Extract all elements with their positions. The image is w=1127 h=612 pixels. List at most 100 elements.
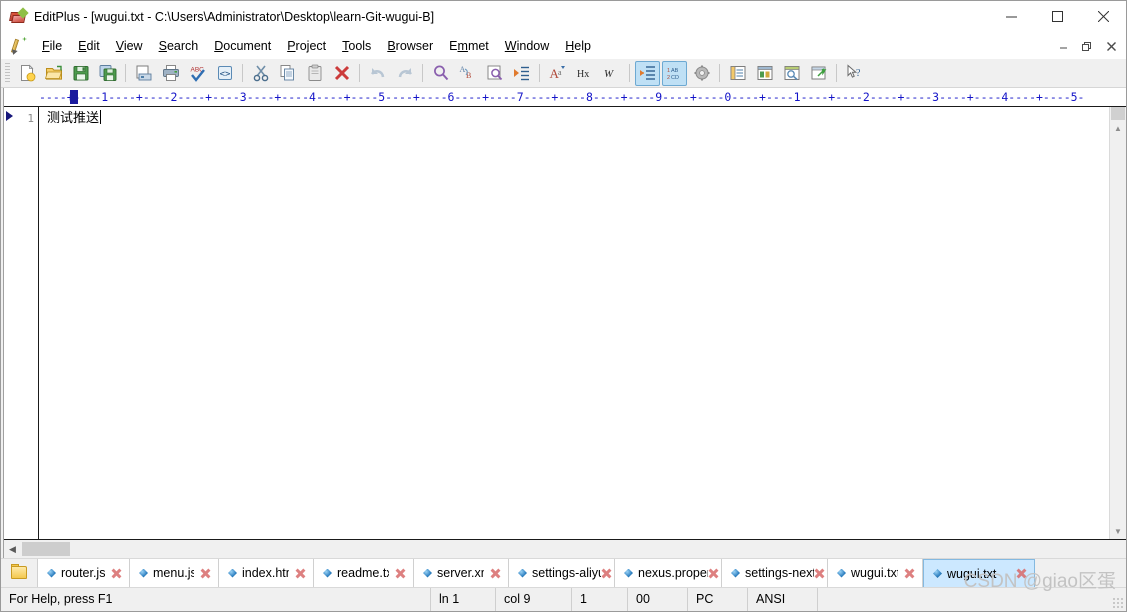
word-wrap-icon[interactable]: W xyxy=(599,61,624,86)
code-line[interactable]: 测试推送 xyxy=(39,110,1126,127)
tab-router-js[interactable]: router.js xyxy=(38,559,130,587)
preferences-icon[interactable] xyxy=(689,61,714,86)
svg-text:A: A xyxy=(459,65,465,74)
tab-settings-nexus[interactable]: settings-next xyxy=(722,559,828,587)
svg-text:Hx: Hx xyxy=(577,69,589,80)
scroll-left-arrow[interactable]: ◀ xyxy=(4,541,21,557)
find-icon[interactable] xyxy=(428,61,453,86)
menu-view[interactable]: View xyxy=(108,36,151,56)
tab-label: server.xml xyxy=(437,566,484,580)
print-icon[interactable] xyxy=(158,61,183,86)
goto-line-icon[interactable] xyxy=(509,61,534,86)
code-line-text: 测试推送 xyxy=(47,111,100,126)
tab-close-icon[interactable] xyxy=(814,568,825,579)
text-editing-area[interactable]: 测试推送 xyxy=(39,107,1126,539)
menu-browser[interactable]: Browser xyxy=(379,36,441,56)
status-line: ln 1 xyxy=(431,588,496,611)
line-numbers-icon[interactable]: 1 AB 2 CD xyxy=(662,60,687,86)
tab-menu-js[interactable]: menu.js xyxy=(130,559,219,587)
directory-window-icon[interactable] xyxy=(725,61,750,86)
delete-icon[interactable] xyxy=(329,61,354,86)
scroll-up-arrow[interactable]: ▲ xyxy=(1110,120,1126,136)
tab-close-icon[interactable] xyxy=(1016,568,1027,579)
vertical-scrollbar[interactable]: ▲ ▼ xyxy=(1109,107,1126,539)
mdi-minimize-button[interactable] xyxy=(1051,36,1075,57)
toolbar-grip[interactable] xyxy=(5,63,10,83)
new-file-icon[interactable] xyxy=(14,61,39,86)
svg-text:W: W xyxy=(604,68,614,80)
mdi-restore-button[interactable] xyxy=(1075,36,1099,57)
open-file-icon[interactable] xyxy=(41,61,66,86)
tab-close-icon[interactable] xyxy=(395,568,406,579)
menu-file[interactable]: File xyxy=(34,36,70,56)
maximize-button[interactable] xyxy=(1034,1,1080,32)
print-preview-icon[interactable] xyxy=(131,61,156,86)
svg-text:2: 2 xyxy=(667,75,670,81)
tab-close-icon[interactable] xyxy=(490,568,501,579)
change-case-icon[interactable]: A a xyxy=(545,61,570,86)
save-all-icon[interactable] xyxy=(95,61,120,86)
tab-server-xml[interactable]: server.xml xyxy=(414,559,509,587)
tab-close-icon[interactable] xyxy=(295,568,306,579)
tab-readme-txt[interactable]: readme.txt xyxy=(314,559,414,587)
file-diamond-icon xyxy=(323,568,332,578)
tab-close-icon[interactable] xyxy=(904,568,915,579)
scroll-down-arrow[interactable]: ▼ xyxy=(1110,523,1126,539)
redo-icon[interactable] xyxy=(392,61,417,86)
tab-close-icon[interactable] xyxy=(200,568,211,579)
main-toolbar: ABC <> A B A a Hx W 1 AB 2 CD ? xyxy=(1,59,1126,88)
menu-window[interactable]: Window xyxy=(497,36,557,56)
output-window-icon[interactable] xyxy=(752,61,777,86)
toolbar-separator xyxy=(719,64,720,82)
editor-body: 1 测试推送 ▲ ▼ xyxy=(4,106,1126,539)
tab-index-html[interactable]: index.html xyxy=(219,559,314,587)
tab-close-icon[interactable] xyxy=(601,568,612,579)
browser-preview-icon[interactable]: <> xyxy=(212,61,237,86)
status-column: col 9 xyxy=(496,588,572,611)
replace-icon[interactable]: A B xyxy=(455,61,480,86)
hex-view-icon[interactable]: Hx xyxy=(572,61,597,86)
editor-pane: ----+----1----+----2----+----3----+----4… xyxy=(3,88,1126,558)
clip-library-icon[interactable] xyxy=(779,61,804,86)
document-selector-icon[interactable] xyxy=(806,61,831,86)
menu-emmet[interactable]: Emmet xyxy=(441,36,497,56)
menu-search[interactable]: Search xyxy=(151,36,207,56)
horizontal-scroll-thumb[interactable] xyxy=(22,542,70,556)
copy-icon[interactable] xyxy=(275,61,300,86)
find-in-files-icon[interactable] xyxy=(482,61,507,86)
cut-icon[interactable] xyxy=(248,61,273,86)
menu-help[interactable]: Help xyxy=(557,36,599,56)
close-button[interactable] xyxy=(1080,1,1126,32)
tab-label: settings-aliyu xyxy=(532,566,601,580)
menu-edit[interactable]: Edit xyxy=(70,36,108,56)
context-help-icon[interactable]: ? xyxy=(842,61,867,86)
tab-close-icon[interactable] xyxy=(111,568,122,579)
minimize-button[interactable] xyxy=(988,1,1034,32)
menu-tools[interactable]: Tools xyxy=(334,36,379,56)
file-diamond-icon xyxy=(518,568,527,578)
spell-check-icon[interactable]: ABC xyxy=(185,61,210,86)
menu-document[interactable]: Document xyxy=(206,36,279,56)
save-icon[interactable] xyxy=(68,61,93,86)
window-title: EditPlus - [wugui.txt - C:\Users\Adminis… xyxy=(34,9,435,24)
paste-icon[interactable] xyxy=(302,61,327,86)
resize-grip[interactable] xyxy=(1112,597,1124,609)
menu-project[interactable]: Project xyxy=(279,36,334,56)
menu-bar: File Edit View Search Document Project T… xyxy=(1,32,1126,59)
horizontal-scrollbar[interactable]: ◀ xyxy=(4,539,1126,558)
tab-close-icon[interactable] xyxy=(708,568,719,579)
editplus-window: EditPlus - [wugui.txt - C:\Users\Adminis… xyxy=(0,0,1127,612)
toolbar-separator xyxy=(539,64,540,82)
undo-icon[interactable] xyxy=(365,61,390,86)
tab-label: wugui.txt xyxy=(851,566,898,580)
vertical-scroll-thumb[interactable] xyxy=(1111,107,1125,120)
document-pencil-icon xyxy=(10,36,28,56)
tab-wugui-txt-1[interactable]: wugui.txt xyxy=(828,559,923,587)
mdi-close-button[interactable] xyxy=(1099,36,1123,57)
line-number-gutter: 1 xyxy=(4,107,39,539)
tab-settings-aliyun[interactable]: settings-aliyu xyxy=(509,559,615,587)
tab-wugui-txt-active[interactable]: wugui.txt xyxy=(923,559,1035,587)
tab-nexus-properties[interactable]: nexus.proper xyxy=(615,559,722,587)
tab-folder-button[interactable] xyxy=(1,559,38,587)
indent-guide-icon[interactable] xyxy=(635,60,660,86)
